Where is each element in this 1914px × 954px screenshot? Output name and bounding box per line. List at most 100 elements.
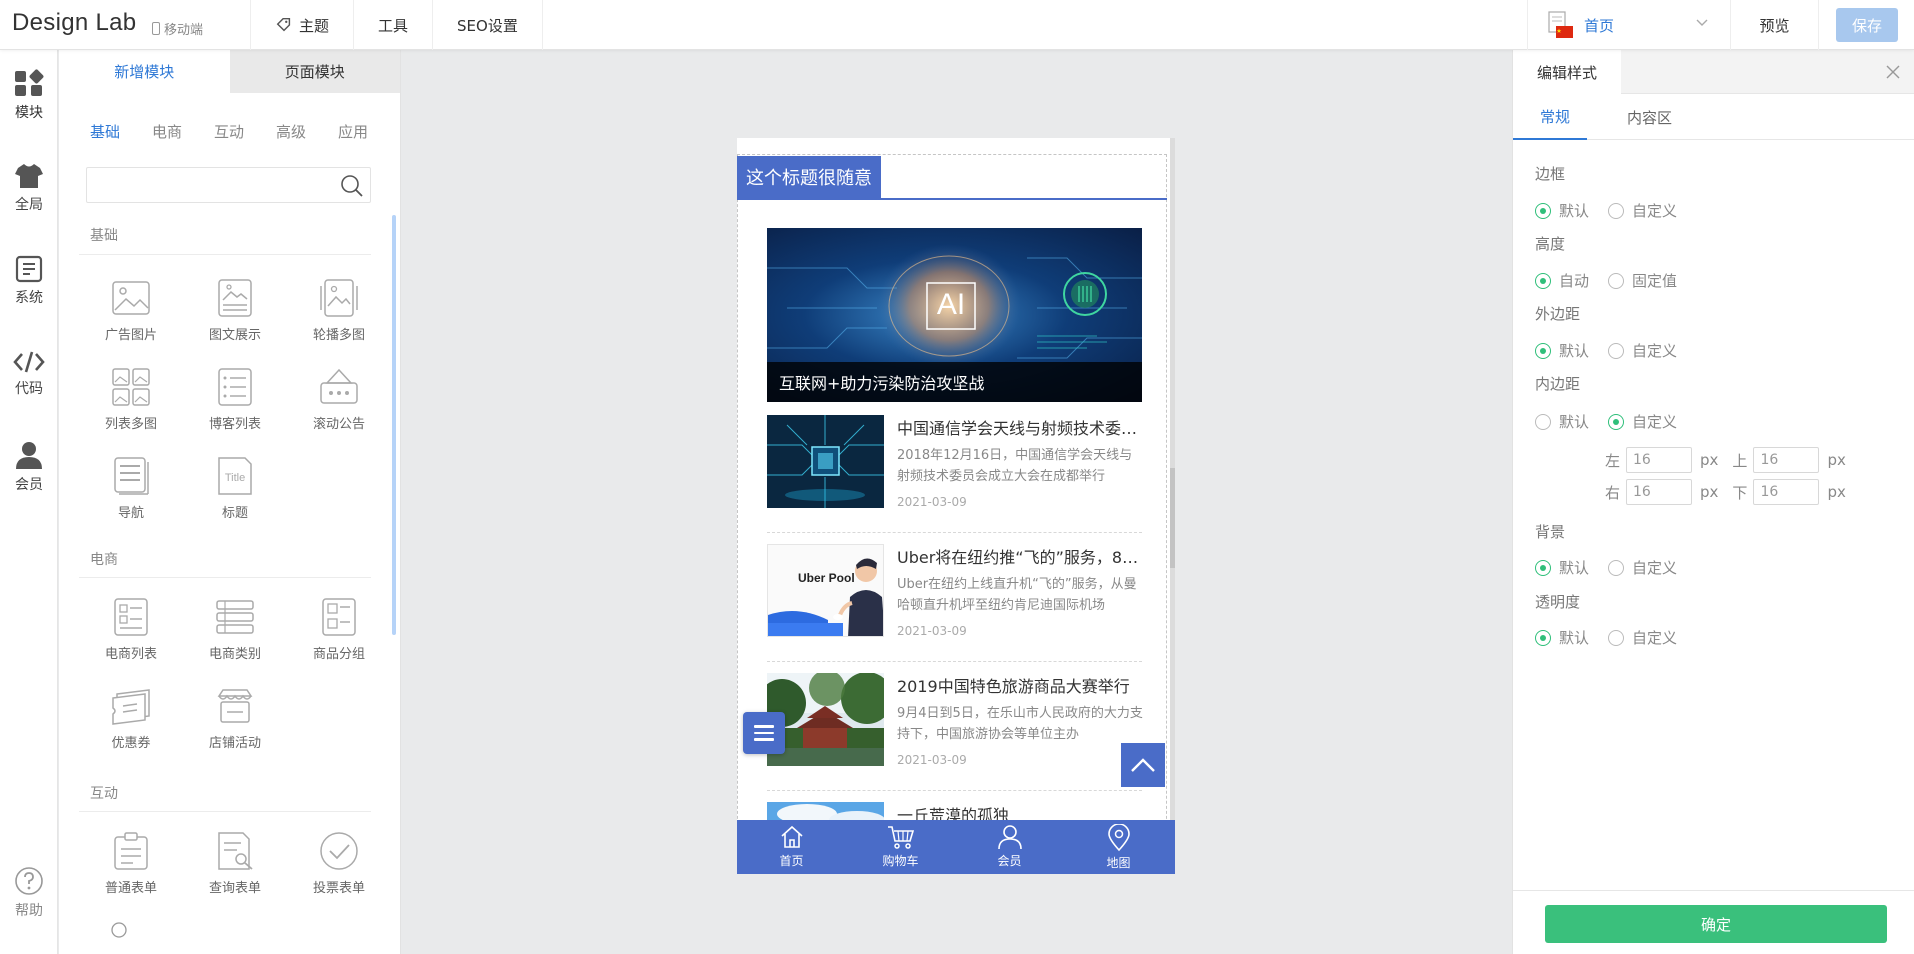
title-icon: Title (218, 457, 252, 495)
module-blog-list[interactable]: 博客列表 (183, 367, 287, 432)
tab-add-module[interactable]: 新增模块 (59, 50, 230, 93)
module-ecommerce-list[interactable]: 电商列表 (79, 597, 183, 662)
preview-button[interactable]: 预览 (1731, 0, 1819, 50)
module-ad-image[interactable]: 广告图片 (79, 278, 183, 343)
bottom-nav-cart[interactable]: 购物车 (846, 820, 955, 874)
module-search-input[interactable] (86, 167, 371, 203)
radio-dot (1608, 202, 1624, 219)
module-image-text[interactable]: 图文展示 (183, 278, 287, 343)
close-icon[interactable] (1885, 64, 1901, 80)
top-bar: Design Lab 移动端 主题 工具 SEO设置 首页 预览 保存 (0, 0, 1914, 50)
module-title[interactable]: Title 标题 (183, 456, 287, 521)
radio-height-fixed[interactable]: 固定值 (1608, 270, 1677, 291)
module-label: 电商列表 (104, 647, 157, 662)
padding-top-input[interactable] (1753, 447, 1820, 473)
article-item[interactable]: Uber Pool Uber将在纽约推“飞的”服务，8分钟 Uber在纽约上线直… (767, 544, 1145, 662)
radio-background-custom[interactable]: 自定义 (1608, 557, 1677, 578)
blog-list-icon (218, 368, 252, 406)
radio-dot (1535, 272, 1551, 289)
coupon-icon (112, 689, 150, 725)
radio-dot (1535, 342, 1551, 359)
radio-dot (1608, 272, 1624, 289)
tab-general[interactable]: 常规 (1513, 94, 1587, 140)
subtab-ecommerce[interactable]: 电商 (152, 121, 214, 142)
radio-dot (1535, 559, 1551, 576)
rail-item-global[interactable]: 全局 (0, 162, 58, 214)
preview-scrollbar-thumb[interactable] (1170, 468, 1175, 568)
vote-check-icon (320, 832, 358, 870)
menu-theme-label: 主题 (299, 16, 330, 35)
article-item[interactable]: 中国通信学会天线与射频技术委员会成立 2018年12月16日，中国通信学会天线与… (767, 415, 1145, 533)
back-to-top-button[interactable] (1121, 743, 1165, 787)
radio-padding-default[interactable]: 默认 (1535, 411, 1589, 432)
rail-item-code[interactable]: 代码 (0, 350, 58, 398)
top-right-actions: 首页 预览 保存 (1527, 0, 1914, 50)
article-date: 2021-03-09 (897, 495, 967, 509)
subtab-advanced[interactable]: 高级 (276, 121, 338, 142)
menu-theme[interactable]: 主题 (251, 0, 355, 50)
bottom-nav-home[interactable]: 首页 (737, 820, 846, 874)
module-coupon[interactable]: 优惠券 (79, 686, 183, 751)
radio-border-custom[interactable]: 自定义 (1608, 200, 1677, 221)
chevron-up-icon (1131, 758, 1155, 772)
device-toggle[interactable]: 移动端 (152, 19, 203, 38)
padding-bottom-input[interactable] (1753, 479, 1820, 505)
radio-margin-custom[interactable]: 自定义 (1608, 340, 1677, 361)
tab-page-module[interactable]: 页面模块 (229, 50, 400, 93)
editor-canvas: 这个标题很随意 AI 互联网+助力污染防治攻坚战 中国通信学会天线与射频技术委员… (402, 50, 1512, 954)
save-button[interactable]: 保存 (1836, 8, 1898, 42)
confirm-button[interactable]: 确定 (1545, 905, 1887, 943)
rail-item-help[interactable]: 帮助 (0, 866, 58, 920)
module-navigation[interactable]: 导航 (79, 456, 183, 521)
subtab-basic[interactable]: 基础 (90, 121, 152, 142)
bottom-nav-label: 会员 (997, 854, 1022, 868)
menu-seo[interactable]: SEO设置 (433, 0, 543, 50)
article-title: 2019中国特色旅游商品大赛举行 (897, 677, 1130, 696)
hamburger-icon-line (754, 731, 774, 735)
module-vote-form[interactable]: 投票表单 (287, 831, 391, 896)
padding-left-input[interactable] (1626, 447, 1693, 473)
module-product-group[interactable]: 商品分组 (287, 597, 391, 662)
radio-height-auto[interactable]: 自动 (1535, 270, 1589, 291)
subtab-apps[interactable]: 应用 (338, 121, 400, 142)
radio-border-default[interactable]: 默认 (1535, 200, 1589, 221)
page-selector[interactable]: 首页 (1527, 0, 1731, 50)
module-store-event[interactable]: 店铺活动 (183, 686, 287, 751)
radio-padding-custom[interactable]: 自定义 (1608, 411, 1677, 432)
padding-left-label: 左 (1605, 451, 1621, 470)
more-icon[interactable] (111, 922, 127, 938)
user-icon (997, 825, 1022, 850)
subtab-interaction[interactable]: 互动 (214, 121, 276, 142)
rail-item-modules[interactable]: 模块 (0, 68, 58, 122)
article-date: 2021-03-09 (897, 624, 967, 638)
article-description: Uber在纽约上线直升机“飞的”服务，从曼哈顿直升机坪至纽约肯尼迪国际机场 (897, 577, 1137, 613)
module-panel-scrollbar[interactable] (392, 215, 396, 635)
padding-right-input[interactable] (1626, 479, 1693, 505)
module-scroll-notice[interactable]: 滚动公告 (287, 367, 391, 432)
radio-opacity-default[interactable]: 默认 (1535, 627, 1589, 648)
thumbnail-text: Uber Pool (798, 571, 855, 585)
module-label: 图文展示 (208, 328, 261, 343)
search-icon[interactable] (340, 174, 364, 198)
module-list-images[interactable]: 列表多图 (79, 367, 183, 432)
module-query-form[interactable]: 查询表单 (183, 831, 287, 896)
rail-item-system[interactable]: 系统 (0, 255, 58, 307)
hero-banner[interactable]: AI 互联网+助力污染防治攻坚战 (767, 228, 1142, 402)
rail-item-member[interactable]: 会员 (0, 440, 58, 494)
radio-label: 自定义 (1632, 202, 1678, 220)
module-normal-form[interactable]: 普通表单 (79, 831, 183, 896)
bottom-nav-map[interactable]: 地图 (1064, 820, 1173, 874)
bottom-nav-member[interactable]: 会员 (955, 820, 1064, 874)
section-title-bar[interactable]: 这个标题很随意 (737, 156, 1167, 200)
module-carousel[interactable]: 轮播多图 (287, 278, 391, 343)
floating-menu-button[interactable] (743, 712, 785, 754)
menu-tools[interactable]: 工具 (354, 0, 434, 50)
radio-margin-default[interactable]: 默认 (1535, 340, 1589, 361)
article-item[interactable]: 2019中国特色旅游商品大赛举行 9月4日到5日，在乐山市人民政府的大力支持下，… (767, 673, 1143, 791)
tab-content-area[interactable]: 内容区 (1627, 94, 1672, 140)
radio-background-default[interactable]: 默认 (1535, 557, 1589, 578)
radio-opacity-custom[interactable]: 自定义 (1608, 627, 1677, 648)
module-label: 店铺活动 (208, 736, 261, 751)
module-label: 导航 (117, 506, 144, 521)
module-ecommerce-category[interactable]: 电商类别 (183, 597, 287, 662)
